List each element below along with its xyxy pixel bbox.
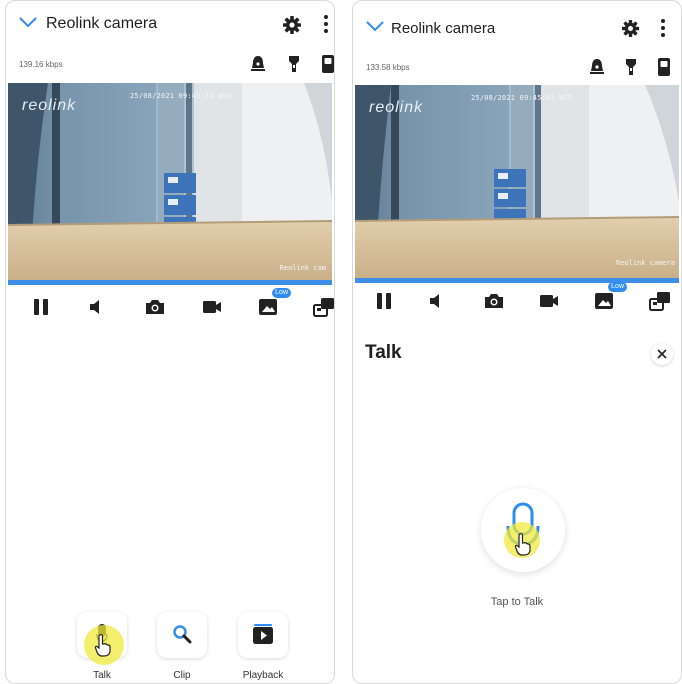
record-video-icon[interactable] (200, 295, 224, 319)
multi-view-icon[interactable] (312, 295, 335, 319)
clip-action[interactable]: Clip (154, 612, 210, 681)
siren-icon[interactable] (589, 57, 605, 77)
siren-icon[interactable] (250, 54, 266, 74)
more-options-icon[interactable] (323, 13, 329, 35)
quality-badge: Low (272, 288, 291, 298)
camera-icon[interactable] (143, 295, 167, 319)
close-button[interactable] (651, 343, 673, 365)
bitrate-readout: 139.16 kbps (19, 60, 63, 69)
image-quality-icon (595, 293, 613, 309)
more-options-icon[interactable] (660, 17, 666, 39)
pointer-hand-icon (514, 533, 531, 556)
speaker-icon[interactable] (86, 295, 110, 319)
gear-icon[interactable] (621, 19, 640, 38)
chevron-down-icon[interactable] (18, 15, 38, 29)
camera-title: Reolink camera (46, 15, 158, 32)
talk-view-panel: Reolink camera 133.58 kbps reolink 25/08… (352, 0, 682, 684)
video-watermark: Reolink cam (279, 264, 326, 272)
live-video-feed[interactable]: reolink 25/08/2021 09:45:03 WED Reolink … (355, 85, 679, 278)
video-watermark: Reolink camera (615, 259, 675, 267)
live-view-panel: Reolink camera 139.16 kbps reolink 25/08… (5, 0, 335, 684)
video-logo-overlay: reolink (22, 97, 77, 114)
playback-action[interactable]: Playback (235, 612, 291, 681)
speaker-icon[interactable] (426, 289, 450, 313)
talk-label: Talk (93, 670, 111, 681)
header: Reolink camera (353, 1, 681, 51)
multi-view-icon[interactable] (648, 289, 672, 313)
playback-button[interactable] (238, 612, 288, 658)
stream-progress-bar (8, 280, 332, 285)
pause-icon[interactable] (29, 295, 53, 319)
pause-icon[interactable] (372, 289, 396, 313)
close-icon (657, 349, 667, 359)
stream-progress-bar (355, 278, 679, 283)
video-timestamp: 25/08/2021 09:45:14 WED (130, 92, 232, 100)
gear-icon[interactable] (282, 15, 302, 35)
pointer-hand-icon (94, 634, 111, 657)
camera-title: Reolink camera (391, 20, 496, 37)
playback-icon (253, 624, 273, 644)
bitrate-readout: 133.58 kbps (366, 63, 410, 72)
search-icon (173, 625, 192, 644)
quality-toggle[interactable]: Low (257, 288, 291, 319)
video-timestamp: 25/08/2021 09:45:03 WED (471, 94, 573, 102)
quality-badge: Low (608, 282, 627, 292)
image-quality-icon (259, 299, 277, 315)
live-video-feed[interactable]: reolink 25/08/2021 09:45:14 WED Reolink … (8, 83, 332, 280)
tap-to-talk-hint: Tap to Talk (490, 596, 544, 608)
record-video-icon[interactable] (537, 289, 561, 313)
camera-icon[interactable] (482, 289, 506, 313)
spotlight-icon[interactable] (287, 54, 301, 74)
battery-camera-icon[interactable] (321, 54, 335, 74)
clip-button[interactable] (157, 612, 207, 658)
video-logo-overlay: reolink (369, 99, 424, 116)
header: Reolink camera (6, 1, 334, 51)
spotlight-icon[interactable] (624, 57, 638, 77)
battery-camera-icon[interactable] (657, 57, 671, 77)
clip-label: Clip (173, 670, 191, 681)
playback-label: Playback (242, 670, 284, 681)
quality-toggle[interactable]: Low (593, 282, 627, 313)
chevron-down-icon[interactable] (365, 19, 385, 33)
talk-panel-title: Talk (365, 342, 402, 363)
